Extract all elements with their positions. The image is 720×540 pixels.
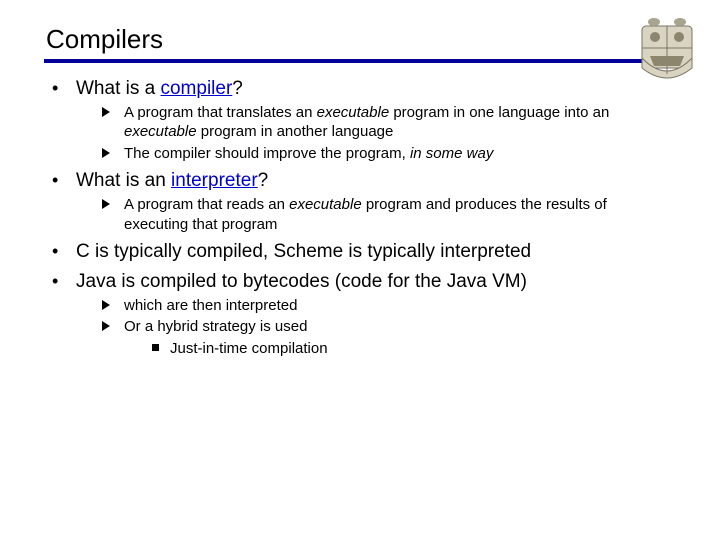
text: C is typically compiled, Scheme is typic… [76,241,531,262]
em: executable [124,123,197,140]
text: program in another language [197,123,394,140]
text: What is a [76,78,160,99]
sub-list: A program that translates an executable … [76,103,670,164]
bullet-java: Java is compiled to bytecodes (code for … [50,270,670,358]
slide: Compilers What is a compiler? A program … [0,0,720,540]
sub-list: which are then interpreted Or a hybrid s… [76,296,670,359]
text: The compiler should improve the program, [124,145,410,162]
text: A program that reads an [124,196,289,213]
bullet-interpreter: What is an interpreter? A program that r… [50,169,670,234]
sub-item: A program that reads an executable progr… [102,195,670,234]
text: ? [232,78,243,99]
em: executable [317,104,390,121]
sub-sub-list: Just-in-time compilation [124,339,670,359]
text: ? [258,170,269,191]
link-interpreter[interactable]: interpreter [171,170,258,191]
text: program in one language into an [389,104,609,121]
crest-logo [640,18,694,82]
slide-title: Compilers [46,24,676,55]
text: What is an [76,170,171,191]
sub-item: A program that translates an executable … [102,103,670,142]
bullet-c-scheme: C is typically compiled, Scheme is typic… [50,240,670,264]
bullet-compiler: What is a compiler? A program that trans… [50,77,670,163]
text: A program that translates an [124,104,317,121]
text: Java is compiled to bytecodes (code for … [76,271,527,292]
sub-item: The compiler should improve the program,… [102,144,670,164]
sub-item: which are then interpreted [102,296,670,316]
text: Just-in-time compilation [170,340,328,357]
text: which are then interpreted [124,297,297,314]
em: in some way [410,145,493,162]
text: Or a hybrid strategy is used [124,318,307,335]
em: executable [289,196,362,213]
bullet-list: What is a compiler? A program that trans… [44,77,676,358]
link-compiler[interactable]: compiler [160,78,232,99]
sub-sub-item: Just-in-time compilation [152,339,670,359]
title-rule [44,59,676,63]
sub-item: Or a hybrid strategy is used Just-in-tim… [102,317,670,358]
sub-list: A program that reads an executable progr… [76,195,670,234]
